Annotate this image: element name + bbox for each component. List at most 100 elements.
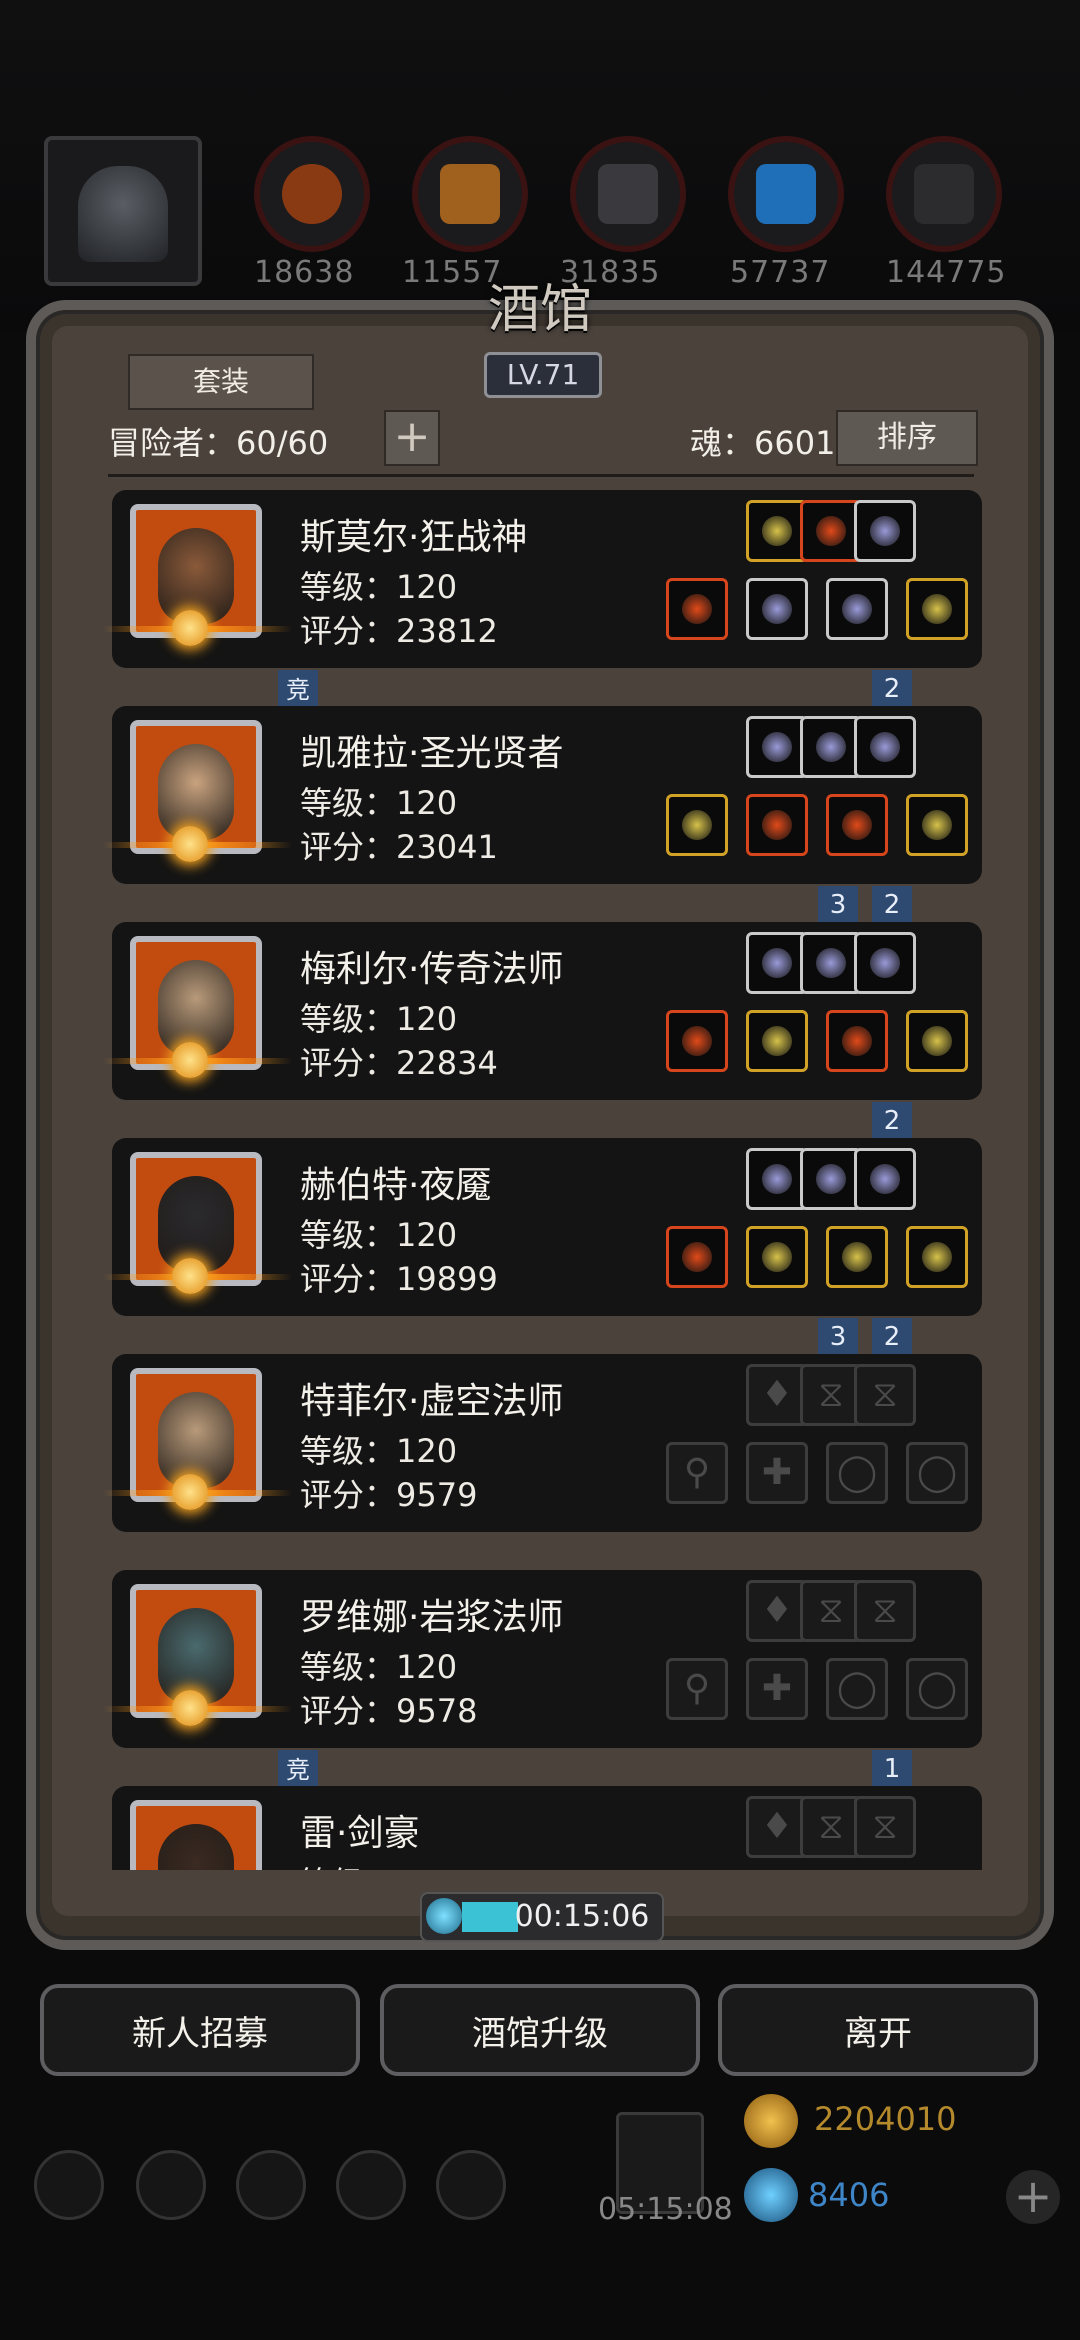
equipment-slot[interactable]: ♦ bbox=[746, 1364, 808, 1426]
equipment-slot[interactable]: ♦ bbox=[746, 1580, 808, 1642]
equipment-slot[interactable] bbox=[854, 500, 916, 562]
equipment-slot[interactable] bbox=[906, 794, 968, 856]
equipment-slot[interactable] bbox=[826, 1226, 888, 1288]
sort-button[interactable]: 排序 bbox=[836, 410, 978, 466]
tab-equipment-set[interactable]: 套装 bbox=[128, 354, 314, 410]
equipment-slot[interactable]: ◯ bbox=[826, 1658, 888, 1720]
equipment-item-icon bbox=[842, 1242, 872, 1272]
equipment-slot[interactable] bbox=[746, 794, 808, 856]
resource-iron-icon[interactable] bbox=[570, 136, 686, 252]
hero-row[interactable]: 梅利尔·传奇法师 等级：120 评分：22834 2 bbox=[86, 922, 996, 1148]
equipment-slot[interactable] bbox=[906, 1010, 968, 1072]
mail-icon[interactable] bbox=[336, 2150, 406, 2220]
equipment-slot[interactable] bbox=[826, 578, 888, 640]
player-portrait[interactable] bbox=[44, 136, 202, 286]
equipment-slot[interactable] bbox=[826, 1010, 888, 1072]
equipment-slot[interactable]: ⧖ bbox=[800, 1580, 862, 1642]
equipment-slot[interactable] bbox=[666, 1226, 728, 1288]
equipment-slot[interactable] bbox=[800, 716, 862, 778]
hero-name: 赫伯特·夜魇 bbox=[300, 1165, 492, 1206]
equipment-slot[interactable] bbox=[906, 1226, 968, 1288]
equipment-slot[interactable]: ⧖ bbox=[800, 1364, 862, 1426]
hero-row[interactable]: 雷·剑豪等级：120 ♦ ⧖ ⧖ bbox=[86, 1786, 996, 1870]
recruit-button[interactable]: 新人招募 bbox=[40, 1984, 360, 2076]
hero-level: 等级：120 bbox=[300, 568, 458, 606]
hero-name: 斯莫尔·狂战神 bbox=[300, 517, 528, 558]
equipment-slot[interactable]: ⧖ bbox=[854, 1580, 916, 1642]
equipment-slot[interactable]: ⧖ bbox=[854, 1796, 916, 1858]
shield-icon[interactable] bbox=[136, 2150, 206, 2220]
equipment-slot[interactable] bbox=[800, 932, 862, 994]
equipment-slot[interactable]: ◯ bbox=[826, 1442, 888, 1504]
equipment-slot[interactable] bbox=[746, 716, 808, 778]
settings-icon[interactable] bbox=[34, 2150, 104, 2220]
equipment-slot[interactable] bbox=[746, 1010, 808, 1072]
equipment-slot[interactable]: ✚ bbox=[746, 1442, 808, 1504]
weapon-slot-icon: ⚲ bbox=[683, 1668, 711, 1709]
equipment-slot[interactable]: ⚲ bbox=[666, 1658, 728, 1720]
equipment-slot[interactable] bbox=[854, 1148, 916, 1210]
hourglass-slot-icon: ⧖ bbox=[818, 1590, 844, 1631]
equipment-slot[interactable]: ✚ bbox=[746, 1658, 808, 1720]
hero-level: 等级：120 bbox=[300, 1000, 458, 1038]
equipment-item-icon bbox=[762, 1164, 792, 1194]
leave-button[interactable]: 离开 bbox=[718, 1984, 1038, 2076]
equipment-slot[interactable] bbox=[826, 794, 888, 856]
equipment-slot[interactable] bbox=[746, 500, 808, 562]
equipment-item-icon bbox=[922, 810, 952, 840]
equipment-slot[interactable]: ◯ bbox=[906, 1442, 968, 1504]
equipment-item-icon bbox=[870, 516, 900, 546]
hero-row[interactable]: 斯莫尔·狂战神 等级：120 评分：23812 竞 2 bbox=[86, 490, 996, 716]
gem-slot-icon: ♦ bbox=[760, 1590, 794, 1631]
equipment-slot[interactable] bbox=[854, 716, 916, 778]
equipment-slot[interactable] bbox=[906, 578, 968, 640]
ring-slot-icon: ◯ bbox=[836, 1452, 878, 1493]
hero-row[interactable]: 特菲尔·虚空法师 等级：120 评分：9579 ♦ ⧖ ⧖ ⚲ ✚ ◯ ◯ bbox=[86, 1354, 996, 1534]
hero-level: 等级：120 bbox=[300, 784, 458, 822]
equipment-slot[interactable]: ♦ bbox=[746, 1796, 808, 1858]
hero-row[interactable]: 赫伯特·夜魇 等级：120 评分：19899 3 2 bbox=[86, 1138, 996, 1364]
equipment-slot[interactable]: ⧖ bbox=[854, 1364, 916, 1426]
equipment-slot[interactable] bbox=[800, 1148, 862, 1210]
equipment-item-icon bbox=[870, 948, 900, 978]
equipment-slot[interactable] bbox=[854, 932, 916, 994]
equipment-item-icon bbox=[870, 1164, 900, 1194]
equipment-item-icon bbox=[762, 594, 792, 624]
add-currency-button[interactable]: + bbox=[1006, 2170, 1060, 2224]
map-icon[interactable] bbox=[436, 2150, 506, 2220]
add-adventurer-slot-button[interactable]: + bbox=[384, 410, 440, 466]
hourglass-slot-icon: ⧖ bbox=[818, 1806, 844, 1847]
resource-plank-icon[interactable] bbox=[412, 136, 528, 252]
hero-level: 等级：120 bbox=[300, 1216, 458, 1254]
equipment-slot[interactable] bbox=[666, 578, 728, 640]
hero-score: 评分：19899 bbox=[300, 1260, 498, 1298]
equipment-slot[interactable] bbox=[746, 1226, 808, 1288]
equipment-item-icon bbox=[682, 810, 712, 840]
equipment-slot[interactable] bbox=[746, 1148, 808, 1210]
hero-portrait[interactable] bbox=[130, 1800, 262, 1870]
header-divider bbox=[108, 474, 974, 477]
hero-list[interactable]: 斯莫尔·狂战神 等级：120 评分：23812 竞 2 凯雅拉·圣光贤者 等级：120 评分：… bbox=[86, 490, 996, 1870]
equipment-slot[interactable] bbox=[800, 500, 862, 562]
hero-rank-emblem-icon bbox=[172, 1474, 208, 1510]
equipment-slot[interactable] bbox=[666, 1010, 728, 1072]
gem-slot-icon: ♦ bbox=[760, 1374, 794, 1415]
equipment-item-icon bbox=[682, 1026, 712, 1056]
equipment-slot[interactable]: ⚲ bbox=[666, 1442, 728, 1504]
resource-wood-icon[interactable] bbox=[254, 136, 370, 252]
hero-score: 评分：9578 bbox=[300, 1692, 478, 1730]
resource-steel-icon[interactable] bbox=[886, 136, 1002, 252]
gate-icon[interactable] bbox=[236, 2150, 306, 2220]
equipment-slot[interactable]: ◯ bbox=[906, 1658, 968, 1720]
equipment-slot[interactable]: ⧖ bbox=[800, 1796, 862, 1858]
hero-row[interactable]: 罗维娜·岩浆法师 等级：120 评分：9578 ♦ ⧖ ⧖ ⚲ ✚ ◯ ◯ 竞 1 bbox=[86, 1570, 996, 1796]
equipment-slot[interactable] bbox=[746, 932, 808, 994]
equipment-slot[interactable] bbox=[666, 794, 728, 856]
hero-row[interactable]: 凯雅拉·圣光贤者 等级：120 评分：23041 3 2 bbox=[86, 706, 996, 932]
upgrade-tavern-button[interactable]: 酒馆升级 bbox=[380, 1984, 700, 2076]
hourglass-slot-icon: ⧖ bbox=[872, 1590, 898, 1631]
gold-amount: 2204010 bbox=[814, 2100, 957, 2138]
equipment-item-icon bbox=[842, 594, 872, 624]
resource-crystal-icon[interactable] bbox=[728, 136, 844, 252]
equipment-slot[interactable] bbox=[746, 578, 808, 640]
